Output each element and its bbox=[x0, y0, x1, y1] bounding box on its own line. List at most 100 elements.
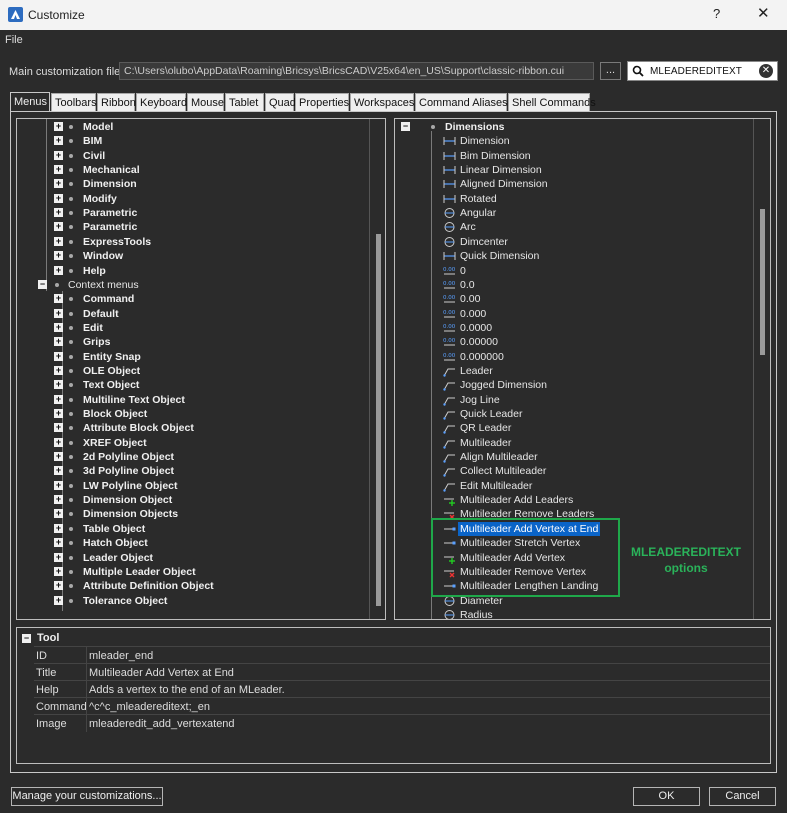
expand-icon[interactable]: + bbox=[54, 538, 63, 548]
tree-item-multiple-leader-object[interactable]: + Multiple Leader Object bbox=[17, 565, 372, 579]
expand-icon[interactable]: + bbox=[54, 566, 63, 576]
tree-item-jogged-dimension[interactable]: Jogged Dimension bbox=[395, 378, 755, 392]
tree-item-text-object[interactable]: + Text Object bbox=[17, 378, 372, 392]
tab-menus[interactable]: Menus bbox=[10, 92, 50, 112]
tree-item-radius[interactable]: Radius bbox=[395, 608, 755, 619]
tree-item-leader-object[interactable]: + Leader Object bbox=[17, 551, 372, 565]
tree-item-0-00[interactable]: 0.00 0.00 bbox=[395, 292, 755, 306]
tree-item-block-object[interactable]: + Block Object bbox=[17, 407, 372, 421]
tree-group-dimensions[interactable]: − Dimensions bbox=[395, 120, 755, 134]
tree-item-rotated[interactable]: Rotated bbox=[395, 192, 755, 206]
tree-item-attribute-block-object[interactable]: + Attribute Block Object bbox=[17, 421, 372, 435]
tree-item-default[interactable]: + Default bbox=[17, 307, 372, 321]
tree-item-0-00000[interactable]: 0.00 0.00000 bbox=[395, 335, 755, 349]
tree-item-edit-multileader[interactable]: Edit Multileader bbox=[395, 479, 755, 493]
expand-icon[interactable]: + bbox=[54, 552, 63, 562]
expand-icon[interactable]: + bbox=[54, 409, 63, 418]
tree-item-modify[interactable]: + Modify bbox=[17, 192, 372, 206]
browse-button[interactable]: ... bbox=[600, 62, 621, 80]
expand-icon[interactable]: + bbox=[54, 122, 63, 131]
property-row-title[interactable]: Title Multileader Add Vertex at End bbox=[34, 663, 770, 681]
cancel-button[interactable]: Cancel bbox=[709, 787, 776, 806]
expand-icon[interactable]: + bbox=[54, 380, 63, 390]
tree-item-attribute-definition-object[interactable]: + Attribute Definition Object bbox=[17, 579, 372, 593]
expand-icon[interactable]: + bbox=[54, 480, 63, 490]
expand-icon[interactable]: + bbox=[54, 509, 63, 519]
expand-icon[interactable]: + bbox=[54, 251, 63, 261]
tab-ribbon[interactable]: Ribbon bbox=[97, 93, 136, 111]
tab-shell-commands[interactable]: Shell Commands bbox=[508, 93, 596, 111]
tree-item-0[interactable]: 0.00 0 bbox=[395, 264, 755, 278]
tab-tablet[interactable]: Tablet bbox=[225, 93, 264, 111]
tab-workspaces[interactable]: Workspaces bbox=[350, 93, 414, 111]
expand-icon[interactable]: + bbox=[54, 236, 63, 246]
tab-quad[interactable]: Quad bbox=[265, 93, 296, 111]
expand-icon[interactable]: + bbox=[54, 265, 63, 275]
tree-item-parametric[interactable]: + Parametric bbox=[17, 220, 372, 234]
help-icon[interactable]: ? bbox=[713, 6, 720, 21]
tree-item-0-000000[interactable]: 0.00 0.000000 bbox=[395, 350, 755, 364]
expand-icon[interactable]: + bbox=[54, 150, 63, 160]
expand-icon[interactable]: + bbox=[54, 495, 63, 505]
collapse-icon[interactable]: − bbox=[22, 634, 31, 643]
tree-item-aligned-dimension[interactable]: Aligned Dimension bbox=[395, 177, 755, 191]
scrollbar-thumb[interactable] bbox=[376, 234, 381, 606]
tree-item-jog-line[interactable]: Jog Line bbox=[395, 393, 755, 407]
tree-item-tolerance-object[interactable]: + Tolerance Object bbox=[17, 594, 372, 608]
expand-icon[interactable]: + bbox=[54, 193, 63, 203]
tree-item-linear-dimension[interactable]: Linear Dimension bbox=[395, 163, 755, 177]
tree-item-window[interactable]: + Window bbox=[17, 249, 372, 263]
manage-customizations-button[interactable]: Manage your customizations... bbox=[11, 787, 163, 806]
tree-item-ole-object[interactable]: + OLE Object bbox=[17, 364, 372, 378]
tab-keyboard[interactable]: Keyboard bbox=[136, 93, 187, 111]
expand-icon[interactable]: + bbox=[54, 523, 63, 533]
expand-icon[interactable]: + bbox=[54, 365, 63, 375]
expand-icon[interactable]: + bbox=[54, 595, 63, 605]
tree-item-align-multileader[interactable]: Align Multileader bbox=[395, 450, 755, 464]
tree-item-help[interactable]: + Help bbox=[17, 264, 372, 278]
main-customization-file-path[interactable]: C:\Users\olubo\AppData\Roaming\Bricsys\B… bbox=[119, 62, 594, 80]
tree-item-table-object[interactable]: + Table Object bbox=[17, 522, 372, 536]
tree-item-leader[interactable]: Leader bbox=[395, 364, 755, 378]
scrollbar-thumb[interactable] bbox=[760, 209, 765, 355]
expand-icon[interactable]: + bbox=[54, 337, 63, 347]
tab-toolbars[interactable]: Toolbars bbox=[51, 93, 97, 111]
tree-item-hatch-object[interactable]: + Hatch Object bbox=[17, 536, 372, 550]
property-row-help[interactable]: Help Adds a vertex to the end of an MLead… bbox=[34, 680, 770, 698]
expand-icon[interactable]: + bbox=[54, 394, 63, 404]
ok-button[interactable]: OK bbox=[633, 787, 700, 806]
tree-item-multileader-add-leaders[interactable]: Multileader Add Leaders bbox=[395, 493, 755, 507]
expand-icon[interactable]: + bbox=[54, 294, 63, 304]
tree-item-entity-snap[interactable]: + Entity Snap bbox=[17, 350, 372, 364]
expand-icon[interactable]: + bbox=[54, 222, 63, 232]
collapse-icon[interactable]: − bbox=[401, 122, 410, 131]
close-icon[interactable]: ✕ bbox=[757, 4, 770, 22]
expand-icon[interactable]: + bbox=[54, 466, 63, 476]
tree-item-model[interactable]: + Model bbox=[17, 120, 372, 134]
menu-file[interactable]: File bbox=[5, 34, 23, 46]
tree-item-dimension-objects[interactable]: + Dimension Objects bbox=[17, 507, 372, 521]
scrollbar-track[interactable] bbox=[369, 119, 370, 619]
expand-icon[interactable]: + bbox=[54, 423, 63, 433]
tree-item-mechanical[interactable]: + Mechanical bbox=[17, 163, 372, 177]
expand-icon[interactable]: + bbox=[54, 179, 63, 189]
tree-item-command[interactable]: + Command bbox=[17, 292, 372, 306]
tree-item-bim-dimension[interactable]: Bim Dimension bbox=[395, 149, 755, 163]
property-row-image[interactable]: Image mleaderedit_add_vertexatend bbox=[34, 714, 770, 732]
tree-item-0-0[interactable]: 0.00 0.0 bbox=[395, 278, 755, 292]
expand-icon[interactable]: + bbox=[54, 581, 63, 591]
tab-mouse[interactable]: Mouse bbox=[187, 93, 224, 111]
tree-item-expresstools[interactable]: + ExpressTools bbox=[17, 235, 372, 249]
tree-item-multiline-text-object[interactable]: + Multiline Text Object bbox=[17, 393, 372, 407]
tree-item-multileader[interactable]: Multileader bbox=[395, 436, 755, 450]
property-row-command[interactable]: Command ^c^c_mleadereditext;_en bbox=[34, 697, 770, 715]
expand-icon[interactable]: + bbox=[54, 165, 63, 175]
tree-item-dimension[interactable]: Dimension bbox=[395, 134, 755, 148]
tree-item-arc[interactable]: Arc bbox=[395, 220, 755, 234]
tree-item-edit[interactable]: + Edit bbox=[17, 321, 372, 335]
tree-item-2d-polyline-object[interactable]: +2d Polyline Object bbox=[17, 450, 372, 464]
tree-item-context-menus[interactable]: − Context menus bbox=[17, 278, 372, 292]
tab-command-aliases[interactable]: Command Aliases bbox=[415, 93, 508, 111]
tree-item-dimension-object[interactable]: + Dimension Object bbox=[17, 493, 372, 507]
expand-icon[interactable]: + bbox=[54, 136, 63, 146]
